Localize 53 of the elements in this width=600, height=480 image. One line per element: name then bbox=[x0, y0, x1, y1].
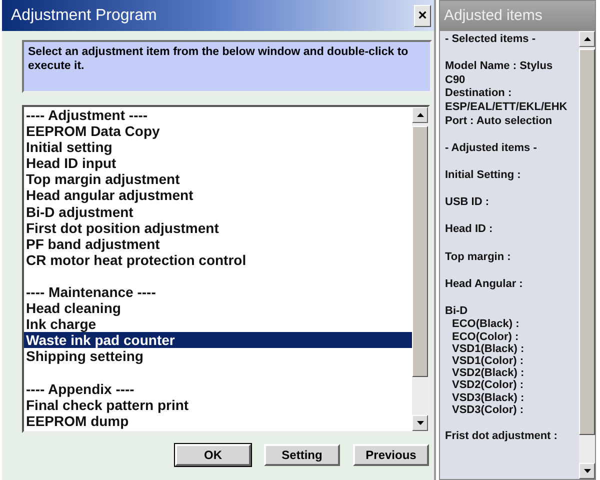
list-item[interactable]: Head angular adjustment bbox=[24, 187, 412, 204]
scroll-down-icon[interactable] bbox=[412, 415, 428, 431]
info-line: Bi-D bbox=[445, 304, 469, 318]
dialog-button[interactable]: OK bbox=[175, 444, 251, 466]
list-item[interactable]: Shipping setteing bbox=[24, 348, 412, 364]
info-line: Destination : bbox=[445, 87, 513, 101]
info-line: - Selected items - bbox=[445, 33, 536, 47]
info-line: Head ID : bbox=[445, 222, 494, 237]
info-line: Port : Auto selection bbox=[445, 114, 554, 128]
list-item[interactable]: Bi-D adjustment bbox=[24, 204, 412, 220]
scroll-up-icon[interactable] bbox=[412, 107, 428, 123]
list-item[interactable]: EEPROM dump bbox=[24, 412, 412, 429]
info-line: VSD2(Color) : bbox=[451, 379, 524, 392]
list-item[interactable]: Head cleaning bbox=[24, 300, 412, 316]
info-line: Initial Setting : bbox=[445, 168, 522, 183]
scroll-up-icon[interactable] bbox=[579, 31, 595, 47]
scrollbar[interactable] bbox=[579, 31, 595, 479]
info-line: ESP/EAL/ETT/EKL/EHK bbox=[445, 100, 568, 115]
info-line: VSD1(Color) : bbox=[451, 355, 524, 368]
info-line: - Adjusted items - bbox=[445, 140, 538, 156]
close-button[interactable]: × bbox=[414, 4, 431, 26]
list-item[interactable]: Head ID input bbox=[24, 155, 412, 172]
info-line: ECO(Black) : bbox=[451, 318, 520, 331]
list-item[interactable]: Initial setting bbox=[24, 139, 412, 156]
info-line: Head Angular : bbox=[445, 276, 524, 292]
info-line: Model Name : Stylus bbox=[445, 59, 554, 74]
list-item[interactable]: ---- Adjustment ---- bbox=[24, 107, 412, 124]
info-line: Frist dot adjustment : bbox=[445, 428, 558, 444]
instruction-text: Select an adjustment item from the below window and double-click to execute it. bbox=[22, 40, 432, 93]
list-item[interactable]: ---- Appendix ---- bbox=[24, 380, 412, 397]
list-item[interactable]: CR motor heat protection control bbox=[24, 252, 412, 268]
info-line: VSD2(Black) : bbox=[451, 367, 526, 380]
list-item[interactable]: Top margin adjustment bbox=[24, 171, 412, 188]
dialog-button[interactable]: Previous bbox=[353, 444, 429, 466]
info-line: ECO(Color) : bbox=[451, 330, 520, 343]
info-line: VSD3(Black) : bbox=[451, 392, 526, 404]
info-line: Top margin : bbox=[445, 250, 512, 264]
dialog-button[interactable]: Setting bbox=[264, 444, 340, 466]
scrollbar[interactable] bbox=[412, 107, 428, 431]
list-item[interactable]: EEPROM Data Copy bbox=[24, 123, 412, 140]
list-item[interactable]: First dot position adjustment bbox=[24, 220, 412, 236]
info-line: VSD1(Black) : bbox=[451, 342, 526, 356]
info-line: C90 bbox=[445, 74, 466, 88]
list-item[interactable]: Ink charge bbox=[24, 316, 412, 332]
list-item[interactable]: PF band adjustment bbox=[24, 236, 412, 252]
list-item[interactable]: Final check pattern print bbox=[24, 396, 412, 413]
scroll-down-icon[interactable] bbox=[579, 463, 595, 479]
list-item[interactable]: ---- Maintenance ---- bbox=[24, 284, 412, 300]
info-line: VSD3(Color) : bbox=[451, 404, 524, 416]
panel-title: Adjusted items bbox=[440, 1, 595, 31]
window-title: Adjustment Program bbox=[11, 6, 157, 24]
info-line: USB ID : bbox=[445, 195, 490, 210]
list-item[interactable]: Waste ink pad counter bbox=[24, 332, 412, 348]
